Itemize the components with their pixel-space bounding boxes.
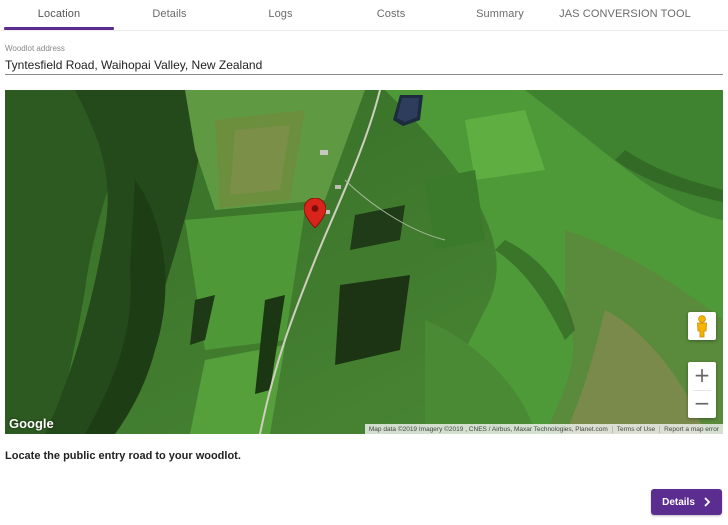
terms-of-use-link[interactable]: Terms of Use [611,425,659,433]
tab-logs[interactable]: Logs [225,0,336,30]
woodlot-address-label: Woodlot address [5,44,65,53]
satellite-imagery [5,90,723,434]
pegman-icon [697,315,707,338]
map-pin-icon[interactable] [304,198,326,228]
map-attribution: Map data ©2019 Imagery ©2019 , CNES / Ai… [364,424,723,434]
tab-summary[interactable]: Summary [446,0,554,30]
tab-jas-conversion-tool[interactable]: JAS CONVERSION TOOL [554,0,696,30]
next-button-label: Details [662,496,695,508]
active-tab-indicator [4,27,114,30]
next-details-button[interactable]: Details [651,489,722,515]
woodlot-address-input[interactable] [5,56,723,75]
tab-location[interactable]: Location [4,0,114,30]
instruction-text: Locate the public entry road to your woo… [5,450,241,462]
zoom-out-button[interactable]: − [688,390,716,418]
tab-details[interactable]: Details [114,0,225,30]
map-data-credit[interactable]: Map data ©2019 Imagery ©2019 , CNES / Ai… [365,426,612,433]
google-logo: Google [9,416,54,431]
zoom-in-button[interactable]: + [688,362,716,390]
zoom-control: + − [688,362,716,418]
chevron-right-icon [703,495,711,509]
satellite-map[interactable]: + − Google Map data ©2019 Imagery ©2019 … [5,90,723,434]
report-map-error-link[interactable]: Report a map error [659,425,723,433]
tab-costs[interactable]: Costs [336,0,446,30]
street-view-button[interactable] [688,312,716,340]
step-tabs: Location Details Logs Costs Summary JAS … [0,0,728,31]
